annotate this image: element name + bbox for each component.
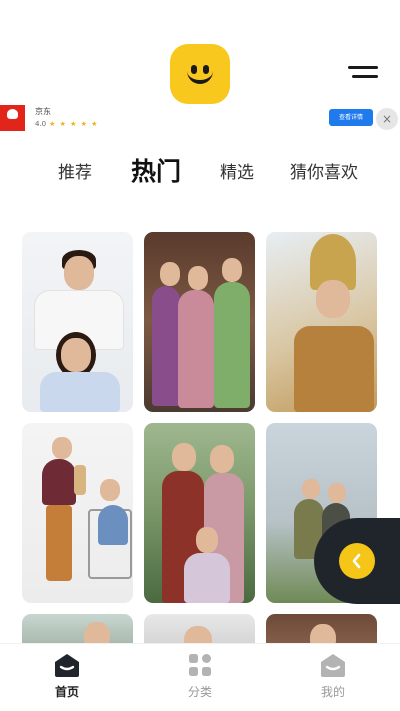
profile-icon: [321, 654, 345, 677]
category-tabs: 推荐 热门 精选 猜你喜欢: [0, 150, 400, 190]
star-icons: ★ ★ ★ ★ ★: [49, 120, 99, 128]
photo-card[interactable]: [144, 423, 255, 603]
menu-line: [352, 75, 378, 78]
figure-head: [64, 256, 94, 290]
tab-hot[interactable]: 热门: [131, 152, 181, 188]
figure-head: [222, 258, 242, 282]
chevron-left-glyph: [352, 553, 361, 569]
logo-smile: [187, 68, 213, 84]
figure-head: [328, 483, 346, 503]
photo-card[interactable]: [144, 232, 255, 412]
home-icon: [55, 654, 79, 677]
tab-featured[interactable]: 精选: [220, 158, 254, 183]
bottom-navigation: 首页 分类 我的: [0, 643, 400, 711]
bread-bag: [74, 465, 86, 495]
nav-profile-label: 我的: [320, 685, 345, 699]
ad-rating-value: 4.0: [35, 120, 47, 128]
nav-home-label: 首页: [54, 685, 79, 699]
figure-body: [178, 290, 214, 408]
ad-detail-button[interactable]: 查看详情: [329, 109, 373, 126]
nav-category[interactable]: 分类: [165, 652, 235, 708]
app-logo: [170, 44, 230, 104]
menu-line: [348, 66, 378, 69]
close-icon[interactable]: ×: [376, 108, 398, 130]
nav-home[interactable]: 首页: [32, 652, 102, 708]
ad-brand-name: 京东: [35, 107, 51, 116]
jd-logo-icon: [0, 105, 25, 131]
figure-body: [98, 505, 128, 545]
figure-body: [42, 459, 76, 505]
chevron-left-icon[interactable]: [339, 543, 375, 579]
figure-head: [52, 437, 72, 459]
photo-card[interactable]: [22, 423, 133, 603]
ad-banner[interactable]: 京东 4.0 ★ ★ ★ ★ ★ 查看详情 ×: [0, 103, 400, 133]
figure-head: [316, 280, 350, 318]
menu-icon[interactable]: [348, 66, 378, 82]
figure-body: [184, 553, 230, 603]
ad-rating: 4.0 ★ ★ ★ ★ ★: [35, 120, 98, 128]
figure-body: [152, 286, 180, 406]
figure-body: [214, 282, 250, 408]
photo-card[interactable]: [266, 232, 377, 412]
nav-profile[interactable]: 我的: [298, 652, 368, 708]
figure-body: [40, 372, 120, 412]
category-icon: [189, 654, 211, 676]
figure-head: [61, 338, 91, 372]
figure-legs: [46, 505, 72, 581]
figure-head: [160, 262, 180, 286]
figure-head: [172, 443, 196, 471]
figure-head: [210, 445, 234, 473]
figure-head: [196, 527, 218, 553]
nav-category-label: 分类: [187, 685, 212, 699]
tab-recommend[interactable]: 推荐: [58, 158, 92, 183]
figure-head: [188, 266, 208, 290]
figure-head: [100, 479, 120, 501]
figure-head: [302, 479, 320, 499]
photo-card[interactable]: [22, 232, 133, 412]
figure-body: [294, 326, 374, 412]
tab-guess-you-like[interactable]: 猜你喜欢: [290, 158, 358, 183]
